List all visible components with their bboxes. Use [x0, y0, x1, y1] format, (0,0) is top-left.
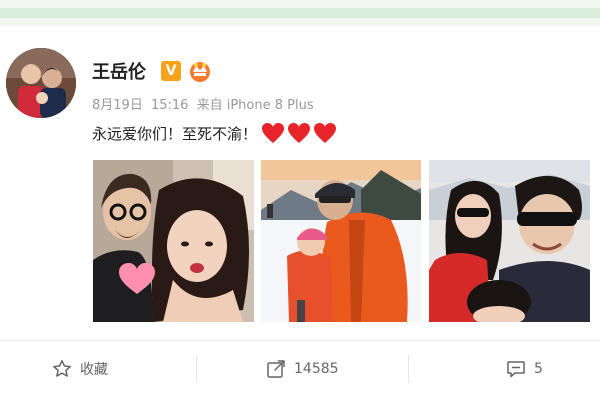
post-time[interactable]: 15:16 [151, 98, 188, 113]
favorite-label: 收藏 [80, 362, 108, 378]
vip-crown-icon [187, 58, 213, 82]
favorite-button[interactable]: 收藏 [52, 357, 108, 381]
author-name[interactable]: 王岳伦 [92, 58, 146, 84]
heart-emoji-group [261, 122, 339, 144]
comment-button[interactable]: 5 [506, 357, 543, 381]
post-text: 永远爱你们！至死不渝！ [92, 122, 339, 144]
avatar[interactable] [6, 48, 76, 118]
post-image-2[interactable] [261, 160, 421, 322]
repost-count: 14585 [294, 361, 339, 377]
divider [196, 355, 197, 383]
post-image-1[interactable] [93, 160, 254, 322]
top-strip [0, 0, 600, 27]
action-bar: 收藏 14585 5 [0, 340, 600, 395]
divider [408, 355, 409, 383]
post-date[interactable]: 8月19日 [92, 98, 143, 113]
comment-icon [507, 361, 525, 378]
heart-icon [314, 123, 337, 143]
post-body: 永远爱你们！至死不渝！ [92, 124, 258, 143]
weibo-post-card: 王岳伦 V 8月19日 15:16 来自 iPhone 8 Plus 永远爱你们… [0, 26, 600, 394]
verified-v-icon: V [161, 61, 181, 81]
post-source: 来自 iPhone 8 Plus [196, 98, 314, 113]
repost-button[interactable]: 14585 [266, 357, 339, 381]
star-outline-icon [53, 360, 71, 377]
heart-icon [262, 123, 285, 143]
repost-icon [267, 360, 285, 378]
comment-count: 5 [534, 361, 543, 377]
heart-icon [288, 123, 311, 143]
post-image-3[interactable] [429, 160, 590, 322]
top-strip-band [0, 8, 600, 18]
post-meta: 8月19日 15:16 来自 iPhone 8 Plus [92, 94, 318, 113]
